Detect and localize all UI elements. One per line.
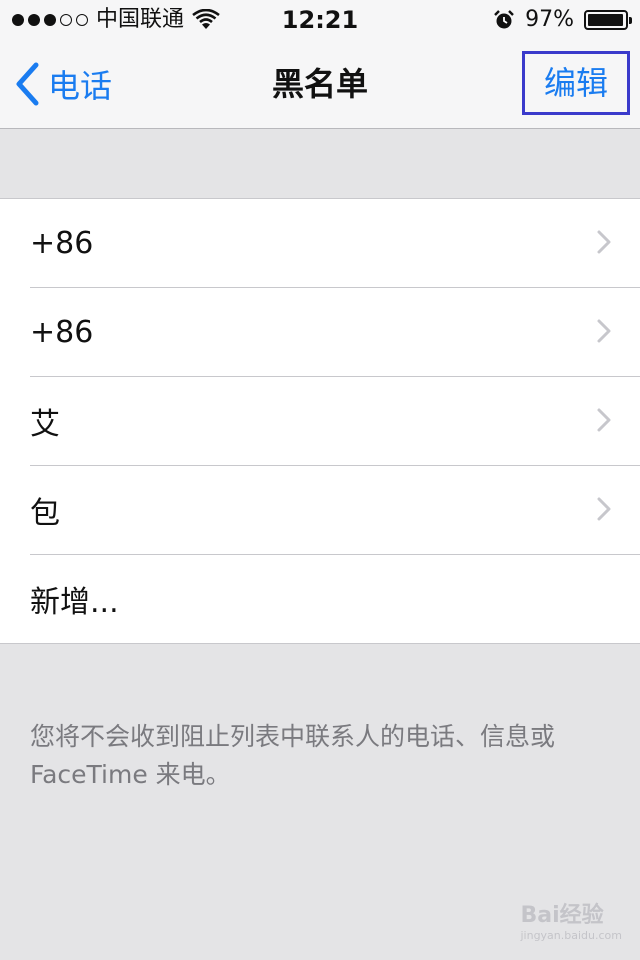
blocked-contact-row[interactable]: +86	[30, 288, 640, 377]
chevron-right-icon	[597, 230, 611, 254]
battery-tip	[629, 17, 632, 24]
status-right: 97%	[493, 0, 632, 40]
blocked-contact-row[interactable]: 艾	[30, 377, 640, 466]
blocked-contact-row[interactable]: +86	[30, 199, 640, 288]
edit-button[interactable]: 编辑	[522, 51, 630, 115]
blocked-contact-label: +86	[30, 314, 94, 350]
blocked-contact-label: 包	[30, 496, 60, 531]
blocked-list: +86 +86 艾 包 新增...	[0, 198, 640, 644]
battery-percent: 97%	[525, 7, 574, 32]
blocked-contact-label: 艾	[30, 407, 60, 442]
watermark-logo: Bai经验	[520, 903, 604, 928]
footer-note: 您将不会收到阻止列表中联系人的电话、信息或 FaceTime 来电。	[30, 722, 556, 789]
chevron-right-icon	[597, 497, 611, 521]
blocked-contact-label: +86	[30, 225, 94, 261]
add-new-row[interactable]: 新增...	[30, 555, 640, 643]
alarm-clock-icon	[494, 10, 514, 29]
chevron-right-icon	[597, 408, 611, 432]
battery-fill	[588, 14, 623, 26]
blocked-contact-row[interactable]: 包	[30, 466, 640, 555]
status-bar: 中国联通 12:21 97%	[0, 0, 640, 40]
watermark-url: jingyan.baidu.com	[520, 929, 622, 942]
chevron-right-icon	[597, 319, 611, 343]
navigation-bar: 电话 黑名单 编辑	[0, 40, 640, 129]
watermark: Bai经验 jingyan.baidu.com	[520, 897, 622, 942]
battery-icon	[584, 10, 632, 30]
add-new-label: 新增...	[30, 585, 119, 620]
